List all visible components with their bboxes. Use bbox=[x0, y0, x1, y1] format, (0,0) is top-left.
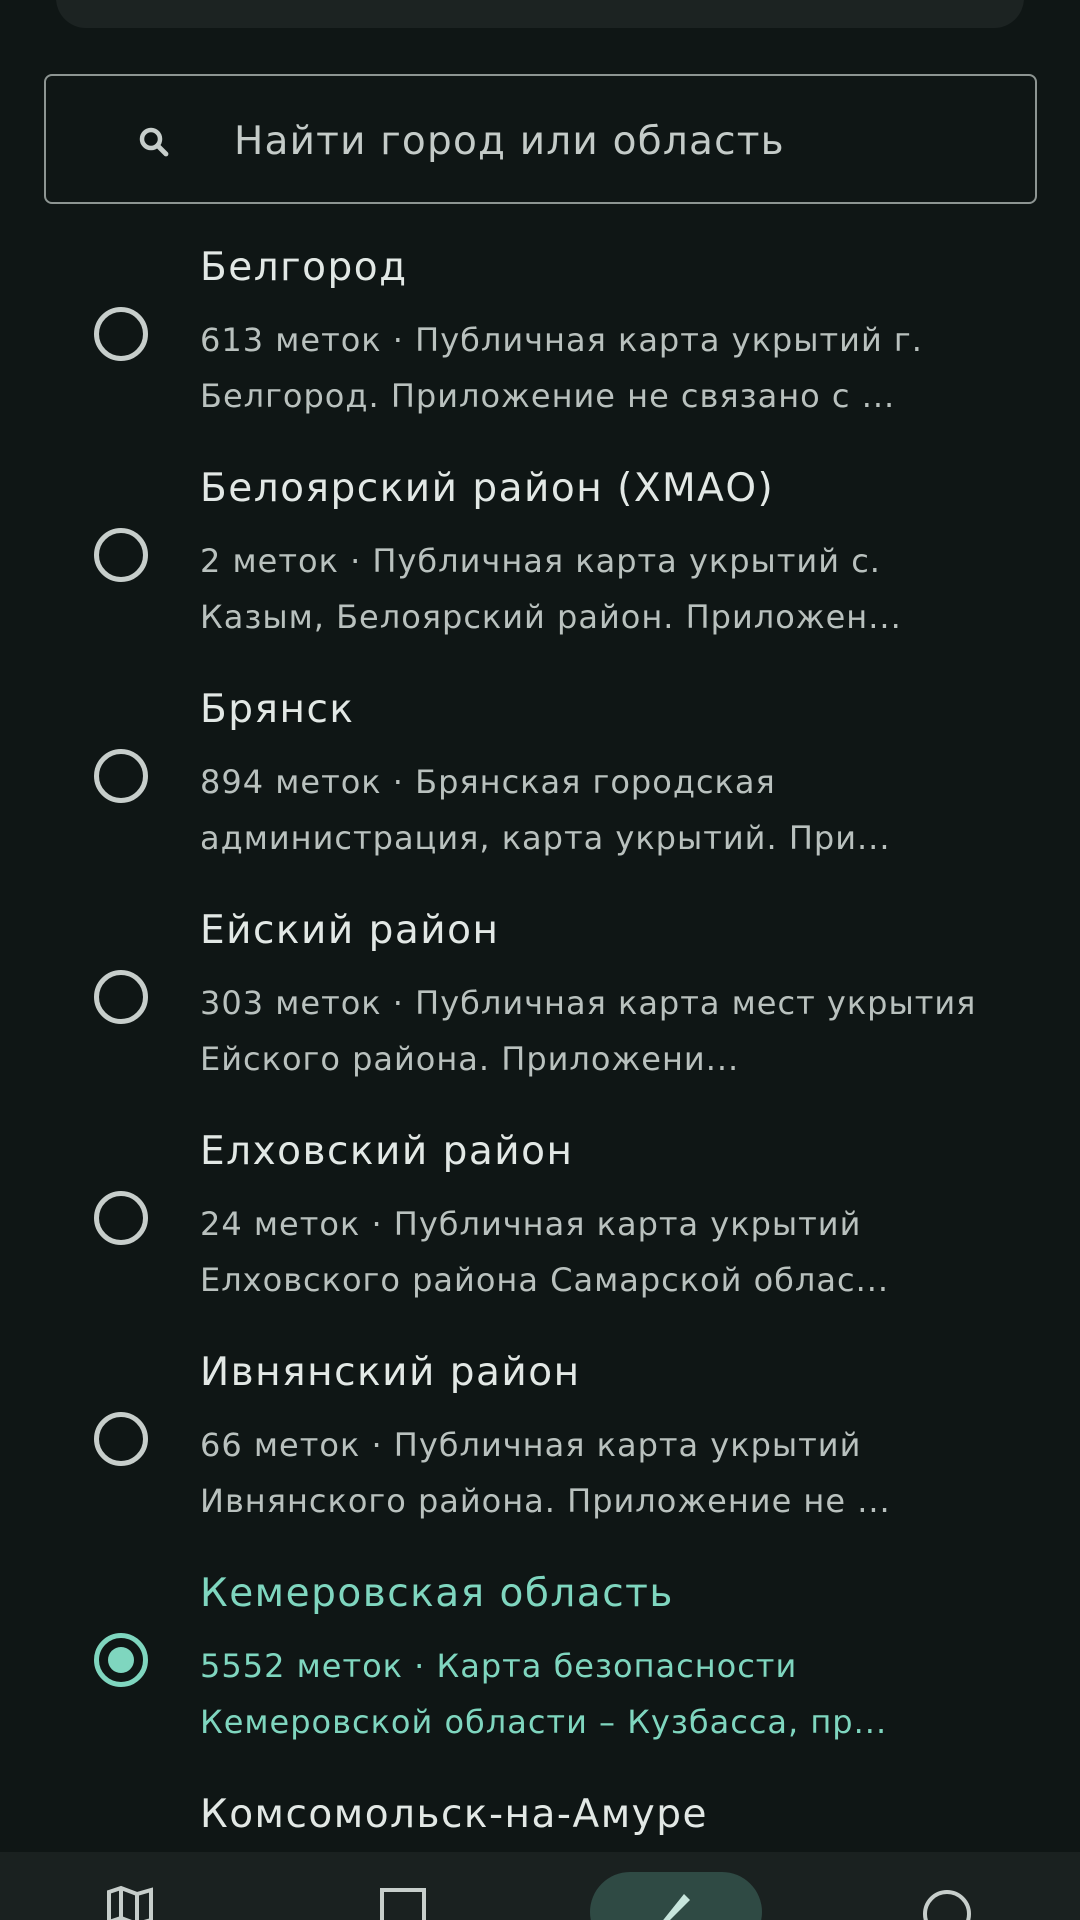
search-field[interactable] bbox=[44, 74, 1037, 204]
region-item[interactable]: Ивнянский район 66 меток · Публичная кар… bbox=[0, 1325, 1080, 1546]
edit-icon bbox=[663, 1894, 690, 1920]
radio-button[interactable] bbox=[94, 1412, 148, 1466]
region-subtitle: 303 меток · Публичная карта мест укрытия… bbox=[200, 984, 977, 1078]
search-input[interactable] bbox=[234, 106, 994, 176]
radio-button[interactable] bbox=[94, 528, 148, 582]
region-subtitle: 5552 меток · Карта безопасности Кемеровс… bbox=[200, 1647, 888, 1741]
info-icon[interactable] bbox=[922, 1884, 972, 1920]
region-list: Белгород 613 меток · Публичная карта укр… bbox=[0, 220, 1080, 1920]
radio-button-selected[interactable] bbox=[94, 1633, 148, 1687]
region-subtitle: 24 меток · Публичная карта укрытий Елхов… bbox=[200, 1205, 890, 1299]
region-subtitle: 2 меток · Публичная карта укрытий с. Каз… bbox=[200, 542, 902, 636]
top-card bbox=[56, 0, 1024, 28]
region-title: Елховский район bbox=[200, 1129, 574, 1174]
radio-button[interactable] bbox=[94, 749, 148, 803]
region-item[interactable]: Белгород 613 меток · Публичная карта укр… bbox=[0, 220, 1080, 441]
region-title: Кемеровская область bbox=[200, 1571, 674, 1616]
region-item[interactable]: Брянск 894 меток · Брянская городская ад… bbox=[0, 662, 1080, 883]
list-icon[interactable] bbox=[378, 1884, 428, 1920]
region-subtitle: 66 меток · Публичная карта укрытий Ивнян… bbox=[200, 1426, 891, 1520]
region-item-selected[interactable]: Кемеровская область 5552 меток · Карта б… bbox=[0, 1546, 1080, 1767]
region-item[interactable]: Ейский район 303 меток · Публичная карта… bbox=[0, 883, 1080, 1104]
region-title: Ивнянский район bbox=[200, 1350, 581, 1395]
map-icon[interactable] bbox=[105, 1884, 155, 1920]
region-item[interactable]: Елховский район 24 меток · Публичная кар… bbox=[0, 1104, 1080, 1325]
region-item[interactable]: Белоярский район (ХМАО) 2 меток · Публич… bbox=[0, 441, 1080, 662]
radio-button[interactable] bbox=[94, 970, 148, 1024]
region-subtitle: 613 меток · Публичная карта укрытий г. Б… bbox=[200, 321, 923, 415]
region-title: Ейский район bbox=[200, 908, 500, 953]
region-subtitle: 894 меток · Брянская городская администр… bbox=[200, 763, 891, 857]
bottom-navigation bbox=[0, 1852, 1080, 1920]
search-icon bbox=[139, 127, 169, 157]
region-title: Белгород bbox=[200, 245, 408, 290]
region-title: Белоярский район (ХМАО) bbox=[200, 466, 775, 511]
region-title: Брянск bbox=[200, 687, 355, 732]
region-title: Комсомольск-на-Амуре bbox=[200, 1792, 708, 1837]
radio-button[interactable] bbox=[94, 307, 148, 361]
region-selection-screen: Белгород 613 меток · Публичная карта укр… bbox=[0, 0, 1080, 1920]
active-nav-pill[interactable] bbox=[590, 1872, 762, 1920]
radio-button[interactable] bbox=[94, 1191, 148, 1245]
